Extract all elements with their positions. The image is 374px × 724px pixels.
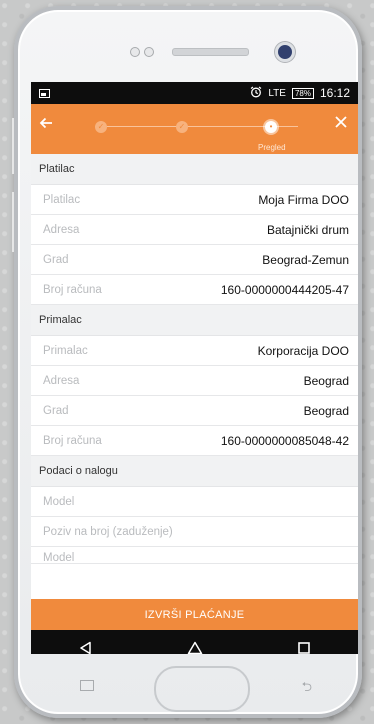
active-step-label: Pregled [258, 143, 286, 152]
step-2-check-icon: ✓ [176, 121, 188, 133]
section-header-primalac: Primalac [31, 305, 358, 336]
row-label: Model [43, 552, 75, 564]
status-left [39, 88, 50, 98]
nav-home-icon[interactable] [175, 636, 215, 654]
recipient-city-row: Grad Beograd [31, 396, 358, 426]
front-camera [275, 42, 295, 62]
status-right: LTE 78% 16:12 [250, 86, 350, 101]
section-header-platilac: Platilac [31, 154, 358, 185]
frame-highlight [12, 118, 14, 174]
hardware-recents-icon[interactable] [80, 680, 94, 691]
status-time: 16:12 [319, 86, 350, 100]
step-3-current: • [265, 121, 277, 133]
battery-indicator: 78% [291, 87, 314, 99]
row-label: Adresa [43, 223, 80, 236]
row-label: Adresa [43, 374, 80, 387]
back-arrow-icon[interactable] [39, 114, 53, 134]
nav-recents-icon[interactable] [284, 636, 324, 654]
hardware-buttons: ⮌ [66, 654, 324, 718]
row-label: Model [43, 495, 75, 508]
sensor-dot [130, 47, 140, 57]
image-icon [39, 88, 50, 98]
nav-back-icon[interactable] [66, 636, 106, 654]
row-value: Beograd [303, 403, 349, 418]
close-icon[interactable] [334, 113, 348, 133]
row-value: Moja Firma DOO [258, 192, 349, 207]
section-header-podaci: Podaci o nalogu [31, 456, 358, 487]
row-label: Grad [43, 404, 69, 417]
sensor-dots [130, 47, 154, 57]
review-content[interactable]: Platilac Platilac Moja Firma DOO Adresa … [31, 154, 358, 599]
payer-account-row: Broj računa 160-0000000444205-47 [31, 275, 358, 305]
row-value: Beograd-Zemun [262, 252, 349, 267]
screen: LTE 78% 16:12 ✓ ✓ • Pregled Platilac Pla… [31, 82, 358, 654]
signal-indicator: LTE [268, 87, 286, 99]
sensor-dot [144, 47, 154, 57]
row-label: Broj računa [43, 434, 102, 447]
step-1-check-icon: ✓ [95, 121, 107, 133]
payer-address-row: Adresa Batajnički drum [31, 215, 358, 245]
payer-city-row: Grad Beograd-Zemun [31, 245, 358, 275]
recipient-account-row: Broj računa 160-0000000085048-42 [31, 426, 358, 456]
recipient-address-row: Adresa Beograd [31, 366, 358, 396]
hardware-back-icon[interactable]: ⮌ [302, 678, 312, 700]
row-value: Beograd [303, 373, 349, 388]
row-label: Broj računa [43, 283, 102, 296]
payer-name-row: Platilac Moja Firma DOO [31, 185, 358, 215]
android-nav-bar [31, 630, 358, 654]
order-reference-row: Poziv na broj (zaduženje) [31, 517, 358, 547]
row-label: Grad [43, 253, 69, 266]
alarm-clock-icon [250, 86, 262, 101]
progress-stepper: ✓ ✓ • Pregled [75, 121, 318, 152]
row-label: Poziv na broj (zaduženje) [43, 525, 173, 538]
order-model-row-2: Model [31, 547, 358, 564]
row-value: 160-0000000085048-42 [220, 433, 349, 448]
status-bar: LTE 78% 16:12 [31, 82, 358, 104]
frame-highlight [12, 192, 14, 252]
earpiece-speaker [172, 48, 249, 56]
row-label: Platilac [43, 193, 81, 206]
hardware-home-button[interactable] [154, 666, 250, 712]
recipient-name-row: Primalac Korporacija DOO [31, 336, 358, 366]
order-model-row: Model [31, 487, 358, 517]
row-value: Korporacija DOO [257, 343, 349, 358]
row-label: Primalac [43, 344, 88, 357]
row-value: Batajnički drum [266, 222, 349, 237]
app-bar: ✓ ✓ • Pregled [31, 104, 358, 154]
execute-payment-button[interactable]: IZVRŠI PLAĆANJE [31, 599, 358, 630]
row-value: 160-0000000444205-47 [220, 282, 349, 297]
